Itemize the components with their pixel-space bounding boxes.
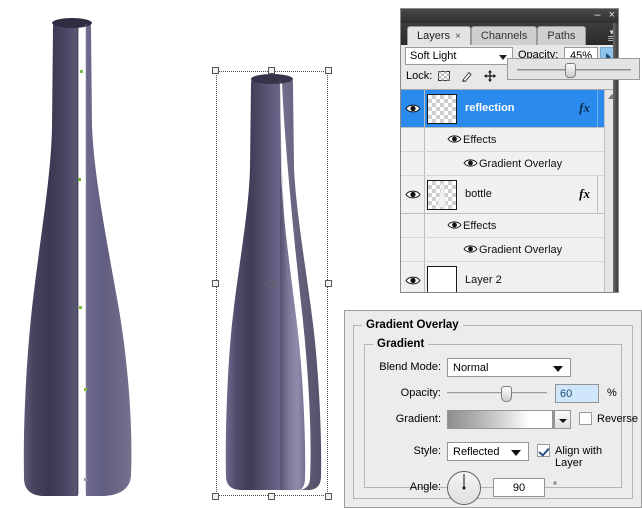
gradient-group: Gradient Blend Mode: Normal Opacity: 60 … (364, 338, 638, 505)
thumbnail-bottle-shape (437, 183, 447, 208)
layer-effects-fx-icon[interactable]: fx (579, 186, 590, 202)
eye-icon[interactable] (405, 274, 421, 290)
eye-icon[interactable] (447, 133, 462, 148)
reverse-checkbox[interactable] (579, 412, 592, 425)
transform-handle-top-center[interactable] (268, 67, 275, 74)
gradient-picker-dropdown[interactable] (553, 410, 571, 429)
style-value: Reflected (453, 446, 500, 458)
gradient-overlay-label: Gradient Overlay (479, 244, 563, 256)
tab-paths-label: Paths (547, 30, 576, 42)
gradient-preview-swatch[interactable] (447, 410, 553, 429)
transform-pivot-point[interactable] (265, 277, 278, 290)
gradient-overlay-title: Gradient Overlay (362, 319, 463, 331)
tab-channels-label: Channels (480, 30, 528, 42)
chevron-down-icon (499, 55, 507, 60)
gradient-overlay-group: Gradient Overlay Gradient Blend Mode: No… (353, 319, 638, 505)
tab-close-icon[interactable]: × (455, 31, 461, 42)
transform-handle-top-left[interactable] (212, 67, 219, 74)
chevron-down-icon (559, 419, 567, 423)
bottle-artwork-original (23, 18, 132, 496)
close-icon[interactable]: × (609, 9, 615, 21)
opacity-slider-popup[interactable] (507, 58, 640, 80)
tab-paths[interactable]: Paths (537, 26, 586, 45)
layer-thumbnail[interactable] (427, 266, 457, 292)
layer-effects-fx-icon[interactable]: fx (579, 100, 590, 116)
eye-icon[interactable] (463, 157, 478, 172)
transform-selection-box[interactable] (212, 67, 332, 500)
layer-visibility-cell[interactable] (401, 176, 425, 213)
opacity-label: Opacity: (400, 387, 441, 399)
lock-label: Lock: (406, 70, 433, 82)
opacity-slider-track[interactable] (447, 392, 547, 395)
panel-titlebar: – × (401, 9, 618, 23)
opacity-unit-label: % (607, 387, 617, 399)
opacity-input[interactable]: 60 (555, 384, 599, 403)
lock-image-pixels-icon[interactable] (460, 69, 476, 84)
transform-handle-bottom-center[interactable] (268, 493, 275, 500)
layer-visibility-cell[interactable] (401, 90, 425, 127)
effects-row-reflection[interactable]: Effects (401, 128, 618, 152)
transform-handle-middle-left[interactable] (212, 280, 219, 287)
transform-handle-bottom-left[interactable] (212, 493, 219, 500)
gradient-group-title: Gradient (373, 338, 429, 350)
blend-mode-select[interactable]: Soft Light (405, 47, 513, 65)
layers-list: reflection fx Effects Gradient Overlay b… (401, 89, 618, 292)
blend-mode-label: Blend Mode: (379, 361, 441, 373)
lock-transparent-pixels-icon[interactable] (437, 69, 453, 84)
tab-layers[interactable]: Layers × (407, 26, 471, 45)
layers-panel: – × Layers × Channels Paths ▾ ≡ Soft Ligh… (400, 8, 640, 293)
gradient-overlay-dialog: Gradient Overlay Gradient Blend Mode: No… (344, 310, 642, 508)
gradient-overlay-row-reflection[interactable]: Gradient Overlay (401, 152, 618, 176)
effects-label: Effects (463, 134, 497, 146)
align-with-layer-label: Align with Layer (555, 445, 603, 469)
angle-unit-label: ° (553, 481, 557, 492)
eye-icon[interactable] (405, 102, 421, 118)
layer-visibility-cell[interactable] (401, 262, 425, 292)
opacity-slider-thumb[interactable] (565, 63, 576, 78)
blend-mode-value: Soft Light (410, 50, 457, 62)
layer-row-layer-2[interactable]: Layer 2 (401, 262, 618, 292)
canvas-area (0, 0, 400, 508)
layer-name-label: Layer 2 (465, 274, 502, 286)
blend-mode-combo[interactable]: Normal (447, 358, 571, 377)
panel-tabs: Layers × Channels Paths ▾ ≡ (401, 23, 618, 45)
gradient-label: Gradient: (395, 413, 441, 425)
gradient-overlay-row-bottle[interactable]: Gradient Overlay (401, 238, 618, 262)
tab-layers-label: Layers (417, 30, 451, 42)
style-combo[interactable]: Reflected (447, 442, 529, 461)
layer-thumbnail[interactable] (427, 180, 457, 210)
layer-name-label: bottle (465, 188, 492, 200)
layer-row-bottle[interactable]: bottle fx (401, 176, 618, 214)
blend-mode-value: Normal (453, 362, 489, 374)
transform-handle-bottom-right[interactable] (325, 493, 332, 500)
eye-icon[interactable] (405, 188, 421, 204)
angle-dial-center (462, 486, 466, 490)
layer-thumbnail[interactable] (427, 94, 457, 124)
gradient-overlay-label: Gradient Overlay (479, 158, 563, 170)
tab-channels[interactable]: Channels (470, 26, 538, 45)
style-label: Style: (413, 445, 441, 457)
angle-input[interactable]: 90 (493, 478, 545, 497)
chevron-down-icon (553, 366, 563, 372)
angle-dial[interactable] (447, 471, 481, 505)
layer-row-reflection[interactable]: reflection fx (401, 90, 618, 128)
layer-name-label: reflection (465, 102, 515, 114)
transform-handle-top-right[interactable] (325, 67, 332, 74)
effects-row-bottle[interactable]: Effects (401, 214, 618, 238)
reverse-label: Reverse (597, 413, 638, 425)
align-with-layer-checkbox[interactable] (537, 444, 550, 457)
opacity-slider-thumb[interactable] (501, 386, 512, 402)
lock-position-icon[interactable] (483, 69, 499, 84)
eye-icon[interactable] (463, 243, 478, 258)
transform-handle-middle-right[interactable] (325, 280, 332, 287)
effects-label: Effects (463, 220, 497, 232)
angle-label: Angle: (409, 481, 441, 493)
eye-icon[interactable] (447, 219, 462, 234)
minimize-icon[interactable]: – (594, 9, 600, 21)
chevron-down-icon (511, 450, 521, 456)
